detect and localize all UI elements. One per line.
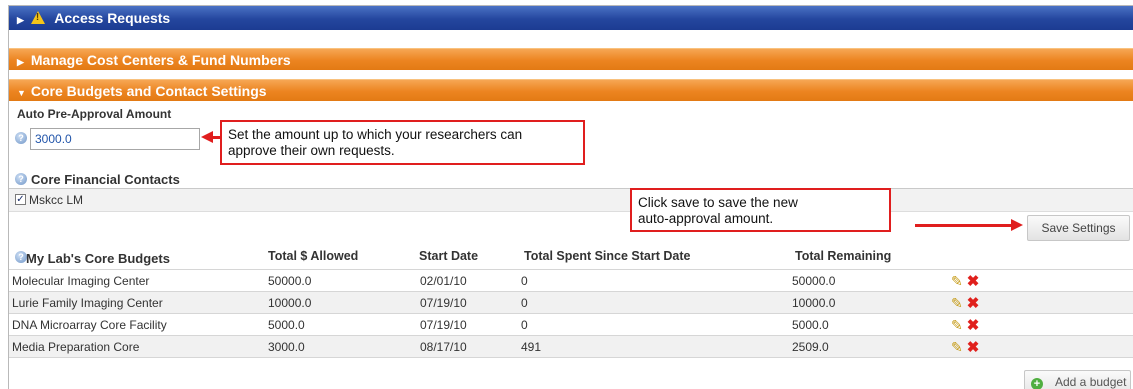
table-row: DNA Microarray Core Facility 5000.0 07/1… — [9, 313, 1133, 336]
delete-x-icon[interactable]: ✖ — [967, 294, 980, 312]
page-frame: ▶ ! Access Requests ▶ Manage Cost Center… — [8, 5, 1133, 389]
section-core-budgets[interactable]: ▼ Core Budgets and Contact Settings — [9, 79, 1133, 101]
budget-start-date: 02/01/10 — [419, 269, 520, 292]
auto-approval-label: Auto Pre-Approval Amount — [17, 107, 172, 121]
section-access-requests[interactable]: ▶ ! Access Requests — [9, 6, 1133, 30]
budget-spent: 0 — [520, 269, 791, 292]
pencil-icon[interactable]: ✎ — [951, 273, 963, 290]
save-settings-button[interactable]: Save Settings — [1027, 215, 1130, 241]
column-header-spent: Total Spent Since Start Date — [524, 249, 691, 263]
budget-allowed: 3000.0 — [265, 335, 419, 358]
budget-name: Lurie Family Imaging Center — [9, 291, 265, 314]
budget-name: DNA Microarray Core Facility — [9, 313, 265, 336]
callout-arrow-right — [915, 219, 1023, 231]
help-icon[interactable]: ? — [15, 173, 27, 185]
section-manage-cost-centers[interactable]: ▶ Manage Cost Centers & Fund Numbers — [9, 48, 1133, 70]
auto-approval-amount-input[interactable] — [30, 128, 200, 150]
budget-remaining: 50000.0 — [791, 269, 951, 292]
budget-start-date: 07/19/10 — [419, 291, 520, 314]
save-callout: Click save to save the new auto-approval… — [630, 188, 891, 232]
budget-remaining: 10000.0 — [791, 291, 951, 314]
contact-checkbox[interactable]: ✓ — [15, 194, 26, 205]
delete-x-icon[interactable]: ✖ — [967, 338, 980, 356]
column-header-budget: My Lab's Core Budgets — [26, 251, 170, 266]
delete-x-icon[interactable]: ✖ — [967, 316, 980, 334]
financial-contacts-list: ✓ Mskcc LM — [9, 188, 1133, 212]
budget-allowed: 5000.0 — [265, 313, 419, 336]
financial-contacts-label: Core Financial Contacts — [31, 172, 180, 187]
triangle-down-icon: ▼ — [17, 88, 26, 98]
budget-spent: 0 — [520, 313, 791, 336]
amount-callout: Set the amount up to which your research… — [220, 120, 585, 165]
delete-x-icon[interactable]: ✖ — [967, 272, 980, 290]
budget-name: Molecular Imaging Center — [9, 269, 265, 292]
row-actions: ✎ ✖ — [951, 269, 1133, 292]
pencil-icon[interactable]: ✎ — [951, 295, 963, 312]
table-row: Lurie Family Imaging Center 10000.0 07/1… — [9, 291, 1133, 314]
column-header-allowed: Total $ Allowed — [268, 249, 359, 263]
help-icon[interactable]: ? — [15, 132, 27, 144]
plus-circle-icon: + — [1031, 378, 1043, 389]
add-budget-label: Add a budget — [1055, 375, 1127, 389]
section-title: Access Requests — [54, 10, 171, 26]
callout-line: Set the amount up to which your research… — [228, 127, 523, 142]
contact-name: Mskcc LM — [29, 193, 83, 207]
section-title: Manage Cost Centers & Fund Numbers — [30, 52, 291, 68]
callout-line: Click save to save the new — [638, 195, 798, 210]
table-row: Molecular Imaging Center 50000.0 02/01/1… — [9, 269, 1133, 292]
budget-remaining: 2509.0 — [791, 335, 951, 358]
pencil-icon[interactable]: ✎ — [951, 317, 963, 334]
budget-spent: 0 — [520, 291, 791, 314]
row-actions: ✎ ✖ — [951, 291, 1133, 314]
warning-icon: ! — [30, 11, 45, 24]
budget-name: Media Preparation Core — [9, 335, 265, 358]
column-header-remaining: Total Remaining — [795, 249, 892, 263]
add-budget-button[interactable]: + Add a budget — [1024, 370, 1131, 389]
row-actions: ✎ ✖ — [951, 313, 1133, 336]
table-row: Media Preparation Core 3000.0 08/17/10 4… — [9, 335, 1133, 358]
row-actions: ✎ ✖ — [951, 335, 1133, 358]
core-budgets-table: Molecular Imaging Center 50000.0 02/01/1… — [9, 269, 1133, 358]
budget-allowed: 50000.0 — [265, 269, 419, 292]
callout-line: auto-approval amount. — [638, 211, 774, 226]
pencil-icon[interactable]: ✎ — [951, 339, 963, 356]
budget-allowed: 10000.0 — [265, 291, 419, 314]
triangle-right-icon: ▶ — [17, 15, 24, 25]
column-header-start-date: Start Date — [419, 249, 479, 263]
budget-start-date: 08/17/10 — [419, 335, 520, 358]
budget-start-date: 07/19/10 — [419, 313, 520, 336]
budget-remaining: 5000.0 — [791, 313, 951, 336]
triangle-right-icon: ▶ — [17, 57, 24, 67]
budget-spent: 491 — [520, 335, 791, 358]
callout-line: approve their own requests. — [228, 143, 395, 158]
section-title: Core Budgets and Contact Settings — [30, 83, 267, 99]
